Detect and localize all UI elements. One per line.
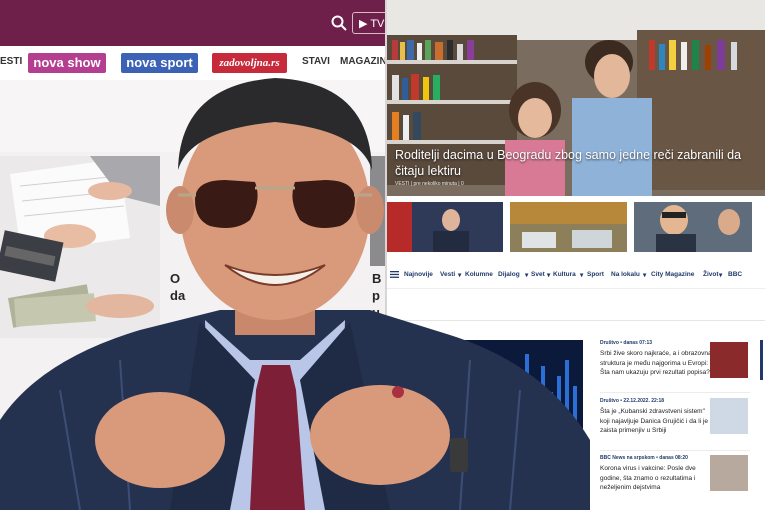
list-item[interactable]: BBC News na srpskom • danas 08:20 Korona…	[600, 455, 712, 493]
top-bar	[0, 0, 385, 46]
tv-button-label: TV	[370, 18, 385, 30]
divider	[600, 450, 750, 451]
chevron-down-icon: ▾	[643, 272, 647, 279]
search-icon[interactable]	[330, 14, 348, 32]
nav-bbc[interactable]: BBC	[728, 271, 742, 278]
news-title[interactable]: Korona virus i vakcine: Posle dve godine…	[600, 464, 712, 493]
nav-zivot[interactable]: Život	[703, 271, 719, 278]
news-meta: Društvo • 22.12.2022. 22:18	[600, 398, 665, 404]
tv-button[interactable]: ▶ TV	[352, 12, 385, 34]
news-image-2[interactable]	[710, 398, 748, 434]
divider	[600, 392, 750, 393]
accent-bar	[760, 340, 763, 380]
list-item[interactable]: Društvo • danas 07:13 Srbi žive skoro na…	[600, 340, 712, 378]
news-image-1[interactable]	[710, 342, 748, 378]
news-meta: Društvo • danas 07:13	[600, 340, 653, 346]
thumbnail-people[interactable]	[634, 202, 752, 252]
nav-na-lokalu[interactable]: Na lokalu	[611, 271, 640, 278]
list-item[interactable]: Društvo • 22.12.2022. 22:18 Šta je „Kuba…	[600, 398, 712, 436]
news-title[interactable]: Srbi žive skoro najkraće, a i obrazovna …	[600, 349, 712, 378]
chevron-down-icon: ▾	[719, 272, 723, 279]
person-photo-overlay	[0, 78, 590, 510]
play-icon: ▶	[359, 18, 368, 30]
news-image-3[interactable]	[710, 455, 748, 491]
news-title[interactable]: Šta je „Kubanski zdravstveni sistem" koj…	[600, 407, 712, 436]
nav-city-magazine[interactable]: City Magazine	[651, 271, 694, 278]
news-meta: BBC News na srpskom • danas 08:20	[600, 455, 688, 461]
